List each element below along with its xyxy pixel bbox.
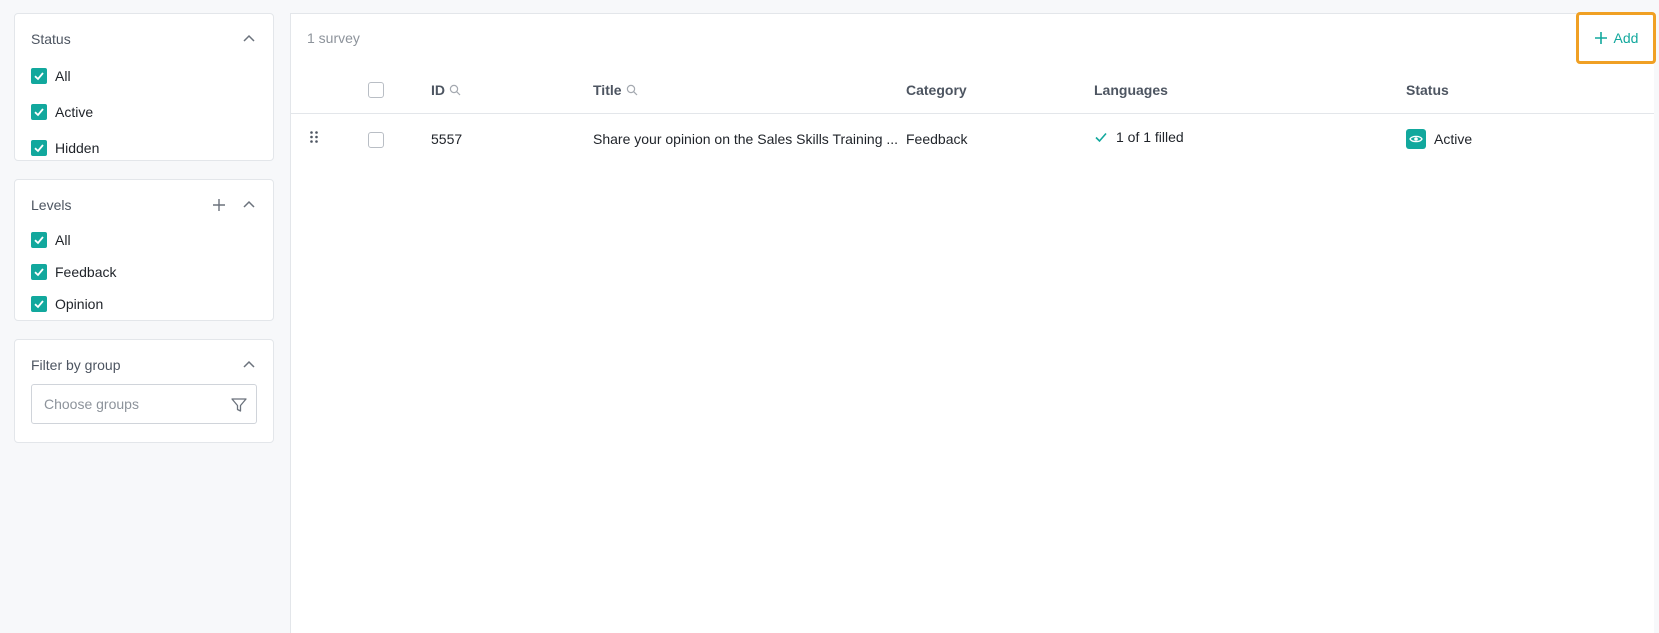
status-filter-header: Status: [31, 28, 257, 50]
search-icon[interactable]: [626, 84, 638, 96]
table-header: ID Title Category Languages Status: [291, 68, 1654, 114]
group-search-input[interactable]: [32, 385, 256, 423]
languages-status-text: 1 of 1 filled: [1116, 129, 1184, 145]
row-select-cell: [368, 132, 384, 148]
status-option-active[interactable]: Active: [31, 94, 257, 130]
column-header-label: Title: [593, 82, 622, 98]
column-header-id[interactable]: ID: [431, 82, 461, 98]
checkbox-checked-icon[interactable]: [31, 264, 47, 280]
group-filter-card: Filter by group: [14, 339, 274, 443]
row-checkbox[interactable]: [368, 132, 384, 148]
level-option-label: All: [55, 232, 71, 248]
levels-filter-card: Levels All Feedback Opinion: [14, 179, 274, 321]
status-text: Active: [1434, 131, 1473, 147]
chevron-up-icon[interactable]: [241, 197, 257, 213]
cell-status: Active: [1406, 129, 1472, 149]
add-survey-button[interactable]: Add: [1576, 12, 1656, 64]
checkbox-checked-icon[interactable]: [31, 68, 47, 84]
status-filter-card: Status All Active Hidden: [14, 13, 274, 161]
checkbox-checked-icon[interactable]: [31, 140, 47, 156]
column-header-category[interactable]: Category: [906, 82, 967, 98]
level-option-all[interactable]: All: [31, 224, 257, 256]
search-icon[interactable]: [449, 84, 461, 96]
chevron-up-icon[interactable]: [241, 357, 257, 373]
level-option-label: Opinion: [55, 296, 104, 312]
cell-category: Feedback: [906, 131, 968, 147]
add-button-label: Add: [1613, 30, 1639, 46]
checkbox-checked-icon[interactable]: [31, 296, 47, 312]
checkbox-checked-icon[interactable]: [31, 232, 47, 248]
column-header-status[interactable]: Status: [1406, 82, 1449, 98]
survey-count: 1 survey: [307, 30, 360, 46]
levels-header-actions: [211, 197, 257, 213]
group-filter-header: Filter by group: [31, 354, 257, 376]
survey-list-panel: 1 survey Add ID Title Category Languages…: [290, 12, 1656, 633]
column-header-title[interactable]: Title: [593, 82, 638, 98]
filter-funnel-icon[interactable]: [230, 396, 248, 414]
column-header-label: ID: [431, 82, 445, 98]
level-option-feedback[interactable]: Feedback: [31, 256, 257, 288]
plus-icon[interactable]: [211, 197, 227, 213]
check-icon: [1095, 132, 1107, 143]
status-option-all[interactable]: All: [31, 58, 257, 94]
filter-sidebar: Status All Active Hidden Levels All Feed…: [14, 13, 274, 461]
plus-icon: [1594, 32, 1607, 44]
status-option-label: Hidden: [55, 140, 100, 156]
drag-handle-icon[interactable]: [308, 130, 320, 144]
levels-filter-header: Levels: [31, 194, 257, 216]
checkbox-checked-icon[interactable]: [31, 104, 47, 120]
cell-id: 5557: [431, 131, 463, 147]
status-option-label: Active: [55, 104, 94, 120]
status-filter-title: Status: [31, 31, 71, 47]
level-option-opinion[interactable]: Opinion: [31, 288, 257, 320]
cell-languages: 1 of 1 filled: [1094, 129, 1184, 145]
eye-icon[interactable]: [1406, 129, 1426, 149]
column-header-languages[interactable]: Languages: [1094, 82, 1168, 98]
cell-title[interactable]: Share your opinion on the Sales Skills T…: [593, 131, 898, 147]
levels-filter-title: Levels: [31, 197, 72, 213]
group-filter-title: Filter by group: [31, 357, 121, 373]
level-option-label: Feedback: [55, 264, 117, 280]
status-option-hidden[interactable]: Hidden: [31, 130, 257, 166]
group-select[interactable]: [31, 384, 257, 424]
status-option-label: All: [55, 68, 71, 84]
table-row[interactable]: 5557 Share your opinion on the Sales Ski…: [291, 114, 1654, 166]
select-all-cell: [368, 82, 384, 98]
chevron-up-icon[interactable]: [241, 31, 257, 47]
select-all-checkbox[interactable]: [368, 82, 384, 98]
